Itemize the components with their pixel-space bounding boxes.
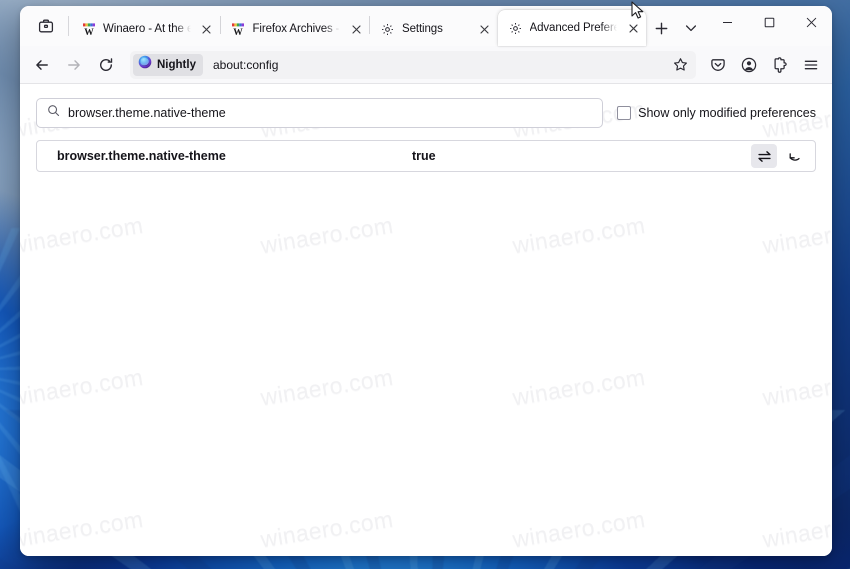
watermark: winaero.com <box>258 505 395 553</box>
toggle-arrows-icon <box>757 150 771 162</box>
tab-title: Settings <box>402 23 443 35</box>
search-icon-glyph <box>48 105 60 117</box>
tab-title: Winaero - At the edge o <box>103 23 191 35</box>
watermark: winaero.com <box>760 211 832 259</box>
tab-winaero-home[interactable]: W Winaero - At the edge o <box>71 12 220 46</box>
tab-close-button[interactable] <box>476 20 494 38</box>
about-config-page: winaero.com winaero.com winaero.com wina… <box>20 84 832 556</box>
list-all-tabs-button[interactable] <box>676 13 706 43</box>
identity-chip-label: Nightly <box>157 58 196 71</box>
new-tab-button[interactable] <box>646 13 676 43</box>
app-menu-button[interactable] <box>796 50 826 80</box>
tab-firefox-archives[interactable]: W Firefox Archives - Winae <box>221 12 370 46</box>
pocket-button[interactable] <box>703 50 733 80</box>
bookmark-star-icon[interactable] <box>667 53 693 77</box>
watermark: winaero.com <box>510 505 647 553</box>
gear-icon <box>508 21 523 36</box>
watermark: winaero.com <box>20 211 145 259</box>
browser-window: W Winaero - At the edge o W <box>20 6 832 556</box>
account-button[interactable] <box>734 50 764 80</box>
preferences-list: browser.theme.native-theme true <box>36 140 816 172</box>
winaero-favicon-glyph: W <box>232 23 244 36</box>
reset-preference-button[interactable] <box>781 144 807 168</box>
url-bar[interactable]: Nightly about:config <box>130 50 696 79</box>
navigation-toolbar: Nightly about:config <box>20 46 832 84</box>
show-modified-preferences-checkbox[interactable]: Show only modified preferences <box>617 106 816 120</box>
tab-close-button[interactable] <box>347 20 365 38</box>
watermark: winaero.com <box>760 363 832 411</box>
arrow-left-icon <box>35 59 48 70</box>
preference-value: true <box>412 149 436 163</box>
close-window-button[interactable] <box>790 6 832 38</box>
gear-icon-glyph <box>382 23 393 35</box>
extensions-puzzle-icon <box>774 56 787 73</box>
forward-button[interactable] <box>58 50 89 80</box>
pocket-icon <box>711 58 725 71</box>
close-icon <box>806 17 816 27</box>
watermark: winaero.com <box>510 211 647 259</box>
config-search-row: browser.theme.native-theme Show only mod… <box>36 98 816 128</box>
maximize-icon <box>764 17 774 27</box>
tab-strip: W Winaero - At the edge o W <box>20 6 832 46</box>
preference-name: browser.theme.native-theme <box>57 149 226 163</box>
toggle-preference-button[interactable] <box>751 144 777 168</box>
identity-chip-nightly[interactable]: Nightly <box>133 53 203 76</box>
watermark: winaero.com <box>258 363 395 411</box>
tab-close-button[interactable] <box>198 20 216 38</box>
gear-icon-glyph <box>509 22 521 34</box>
svg-text:W: W <box>84 28 94 36</box>
search-icon <box>47 104 60 122</box>
preference-actions <box>751 144 807 168</box>
back-button[interactable] <box>26 50 57 80</box>
reload-icon <box>99 57 112 71</box>
maximize-button[interactable] <box>748 6 790 38</box>
tab-title: Firefox Archives - Winae <box>252 23 341 35</box>
window-controls <box>706 6 832 46</box>
checkbox-box[interactable] <box>617 106 632 120</box>
search-input[interactable]: browser.theme.native-theme <box>36 98 604 128</box>
svg-text:W: W <box>233 28 243 36</box>
close-icon <box>202 24 211 34</box>
firefox-view-icon <box>38 19 54 33</box>
close-icon <box>628 23 638 33</box>
minimize-button[interactable] <box>706 6 748 38</box>
reload-button[interactable] <box>90 50 121 80</box>
watermark: winaero.com <box>510 363 647 411</box>
nightly-logo-icon <box>138 55 152 74</box>
tab-advanced-preferences[interactable]: Advanced Preferences <box>497 10 647 46</box>
chevron-down-icon <box>685 25 697 32</box>
tab-settings[interactable]: Settings <box>370 12 498 46</box>
star-icon <box>673 58 687 71</box>
url-text[interactable]: about:config <box>213 58 278 72</box>
watermark: winaero.com <box>258 211 395 259</box>
show-modified-preferences-label: Show only modified preferences <box>638 106 816 120</box>
tabstrip-divider <box>68 16 69 36</box>
tab-close-button[interactable] <box>624 19 642 37</box>
watermark: winaero.com <box>20 505 145 553</box>
winaero-favicon: W <box>231 22 246 37</box>
hamburger-menu-icon <box>804 60 818 69</box>
close-icon <box>351 24 361 34</box>
winaero-favicon-glyph: W <box>82 23 95 36</box>
nightly-logo-glyph <box>138 55 152 69</box>
gear-icon <box>380 22 395 37</box>
undo-arrow-icon <box>789 152 800 161</box>
watermark: winaero.com <box>20 363 145 411</box>
account-icon <box>741 57 757 72</box>
arrow-right-icon <box>67 59 80 70</box>
watermark: winaero.com <box>760 505 832 553</box>
table-row[interactable]: browser.theme.native-theme true <box>36 140 816 172</box>
minimize-icon <box>722 21 732 23</box>
winaero-favicon: W <box>81 22 96 37</box>
firefox-view-button[interactable] <box>28 11 64 41</box>
extensions-button[interactable] <box>765 50 795 80</box>
tab-title: Advanced Preferences <box>529 22 618 34</box>
search-input-value: browser.theme.native-theme <box>68 106 226 120</box>
plus-icon <box>655 22 667 34</box>
close-icon <box>480 24 489 34</box>
